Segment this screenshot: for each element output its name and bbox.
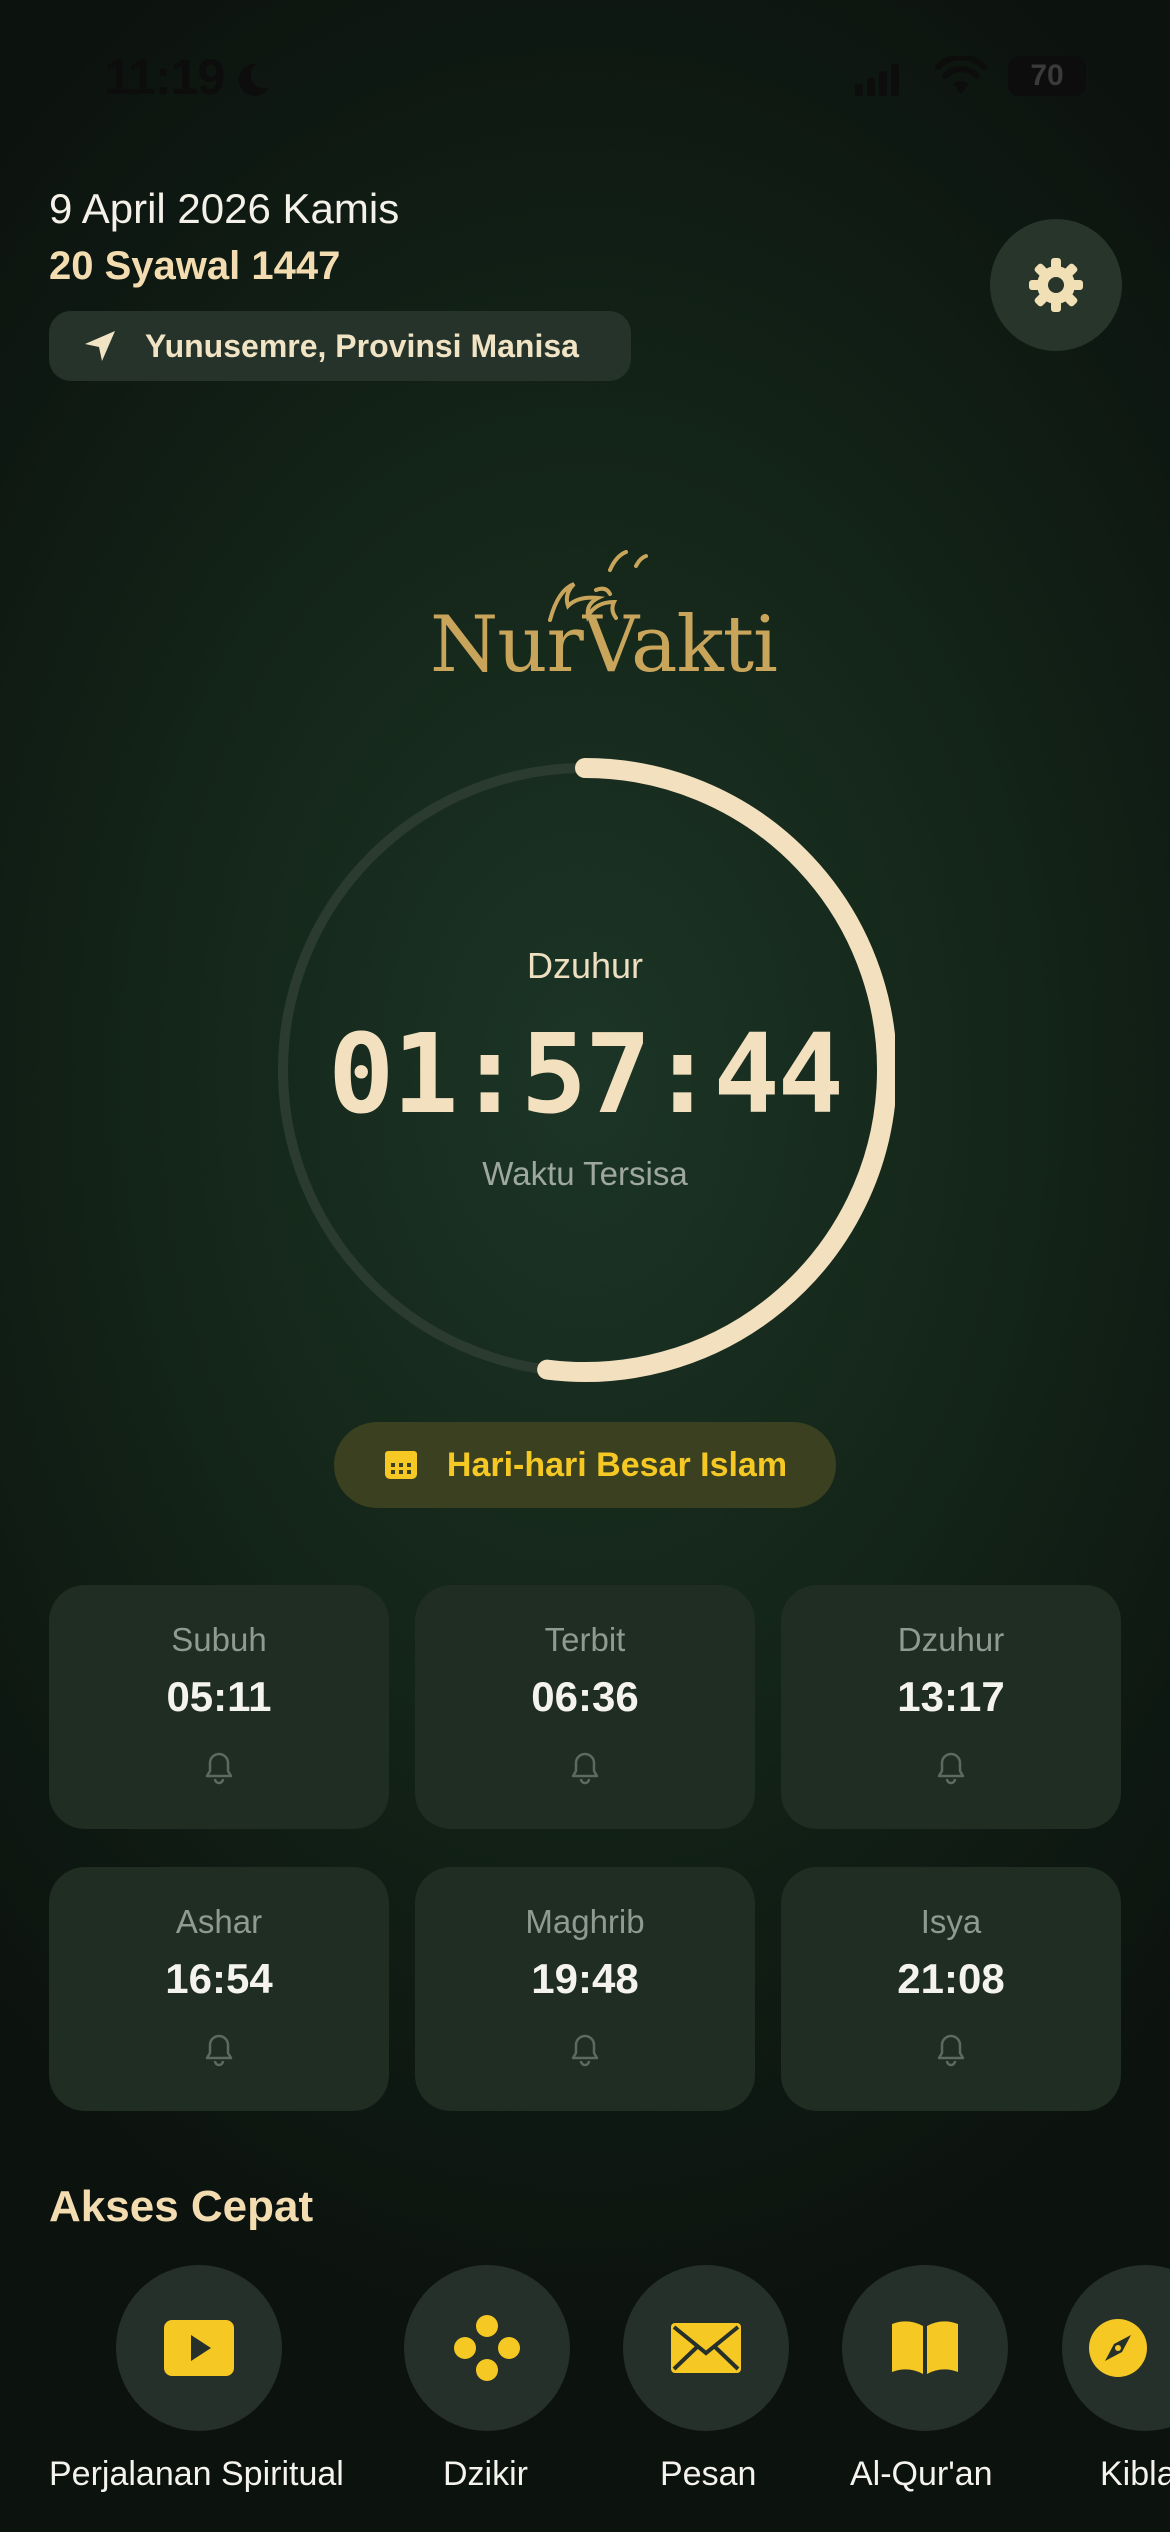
prayer-time: 05:11 bbox=[166, 1673, 272, 1720]
prayer-name: Maghrib bbox=[525, 1903, 645, 1940]
calendar-icon bbox=[384, 1451, 417, 1479]
location-button[interactable]: Yunusemre, Provinsi Manisa bbox=[49, 311, 631, 381]
bell-icon[interactable] bbox=[569, 1751, 601, 1785]
prayer-name: Terbit bbox=[544, 1621, 626, 1658]
prayer-card-maghrib[interactable]: Maghrib 19:48 bbox=[415, 1867, 755, 2111]
quick-access-al-quran[interactable] bbox=[842, 2265, 1008, 2431]
prayer-name: Ashar bbox=[175, 1903, 263, 1940]
islamic-holidays-button[interactable]: Hari-hari Besar Islam bbox=[334, 1422, 836, 1508]
signal-icon bbox=[855, 64, 899, 96]
settings-button[interactable] bbox=[990, 219, 1122, 351]
quick-access-label: Pesan bbox=[660, 2455, 757, 2493]
hijri-date: 20 Syawal 1447 bbox=[49, 244, 341, 288]
countdown-timer: 01:57:44 bbox=[328, 1010, 844, 1138]
wifi-icon bbox=[935, 56, 987, 94]
prayer-name: Isya bbox=[920, 1903, 982, 1940]
prayer-time: 06:36 bbox=[531, 1673, 639, 1720]
prayer-time: 13:17 bbox=[897, 1673, 1005, 1720]
quick-access-label: Al-Qur'an bbox=[850, 2455, 993, 2493]
bell-icon[interactable] bbox=[203, 2033, 235, 2067]
quick-access-label: Kibla bbox=[1100, 2455, 1170, 2493]
prayer-card-ashar[interactable]: Ashar 16:54 bbox=[49, 1867, 389, 2111]
bell-icon[interactable] bbox=[935, 1751, 967, 1785]
compass-icon bbox=[1089, 2319, 1147, 2377]
bell-icon[interactable] bbox=[203, 1751, 235, 1785]
prayer-name: Subuh bbox=[171, 1621, 267, 1658]
countdown-caption: Waktu Tersisa bbox=[482, 1155, 688, 1192]
prayer-time: 19:48 bbox=[531, 1955, 639, 2002]
quick-access-label: Perjalanan Spiritual bbox=[49, 2455, 344, 2493]
prayer-card-subuh[interactable]: Subuh 05:11 bbox=[49, 1585, 389, 1829]
quick-access-title: Akses Cepat bbox=[49, 2182, 314, 2231]
gear-icon bbox=[1029, 258, 1083, 312]
envelope-icon bbox=[671, 2323, 741, 2373]
prayer-time: 16:54 bbox=[165, 1955, 273, 2002]
battery-indicator: 70 bbox=[1008, 56, 1086, 96]
prayer-time: 21:08 bbox=[897, 1955, 1005, 2002]
islamic-holidays-label: Hari-hari Besar Islam bbox=[446, 1445, 788, 1484]
status-time: 11:19 bbox=[104, 49, 225, 105]
quick-access-pesan[interactable] bbox=[623, 2265, 789, 2431]
prayer-name: Dzuhur bbox=[897, 1621, 1005, 1658]
dots-icon bbox=[454, 2315, 520, 2381]
bell-icon[interactable] bbox=[935, 2033, 967, 2067]
logo-wordmark: NurVakti bbox=[430, 600, 778, 690]
next-prayer-name: Dzuhur bbox=[526, 945, 644, 986]
prayer-card-dzuhur[interactable]: Dzuhur 13:17 bbox=[781, 1585, 1121, 1829]
bell-icon[interactable] bbox=[569, 2033, 601, 2067]
quick-access-perjalanan-spiritual[interactable] bbox=[116, 2265, 282, 2431]
quick-access-kibla[interactable] bbox=[1062, 2265, 1170, 2431]
prayer-card-isya[interactable]: Isya 21:08 bbox=[781, 1867, 1121, 2111]
moon-icon bbox=[238, 63, 269, 96]
gregorian-date: 9 April 2026 Kamis bbox=[49, 185, 400, 232]
quick-access-dzikir[interactable] bbox=[404, 2265, 570, 2431]
quick-access-label: Dzikir bbox=[443, 2455, 528, 2493]
book-icon bbox=[892, 2321, 958, 2374]
location-label: Yunusemre, Provinsi Manisa bbox=[145, 327, 579, 364]
play-icon bbox=[164, 2320, 234, 2376]
location-arrow-icon bbox=[85, 331, 115, 361]
prayer-card-terbit[interactable]: Terbit 06:36 bbox=[415, 1585, 755, 1829]
